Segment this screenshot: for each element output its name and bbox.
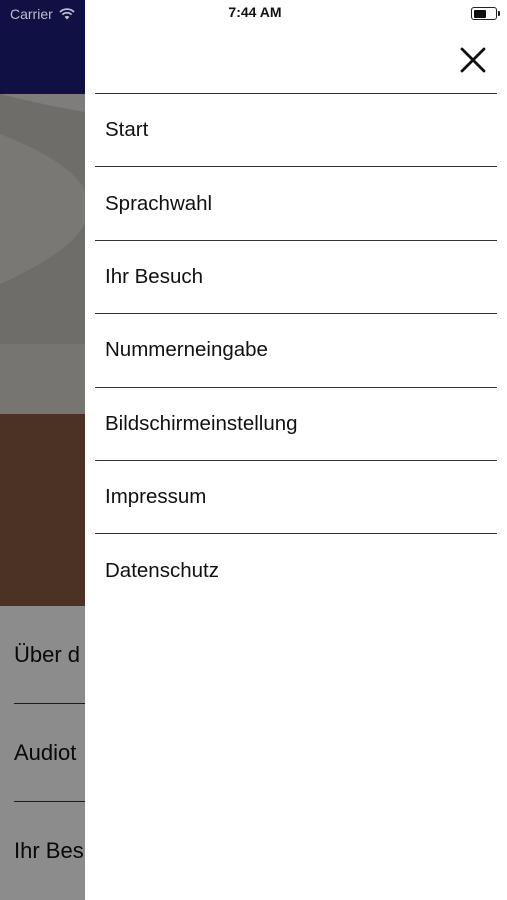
menu-item-nummerneingabe[interactable]: Nummerneingabe (95, 314, 497, 388)
drawer-menu: Start Sprachwahl Ihr Besuch Nummerneinga… (95, 93, 497, 608)
menu-item-bildschirmeinstellung[interactable]: Bildschirmeinstellung (95, 388, 497, 461)
menu-item-datenschutz[interactable]: Datenschutz (95, 534, 497, 607)
menu-item-ihr-besuch[interactable]: Ihr Besuch (95, 241, 497, 315)
menu-item-start[interactable]: Start (95, 94, 497, 168)
wifi-icon (59, 8, 75, 20)
carrier-label: Carrier (10, 6, 53, 22)
menu-item-impressum[interactable]: Impressum (95, 461, 497, 535)
close-button[interactable] (455, 42, 491, 78)
status-bar: 7:44 AM (85, 0, 507, 28)
navigation-drawer: 7:44 AM Start Sprachwahl Ihr Besuch Numm… (85, 0, 507, 900)
close-icon (460, 47, 486, 73)
status-bar-left: Carrier (10, 3, 75, 25)
battery-icon (471, 7, 500, 20)
menu-item-sprachwahl[interactable]: Sprachwahl (95, 167, 497, 241)
status-time: 7:44 AM (228, 4, 282, 20)
